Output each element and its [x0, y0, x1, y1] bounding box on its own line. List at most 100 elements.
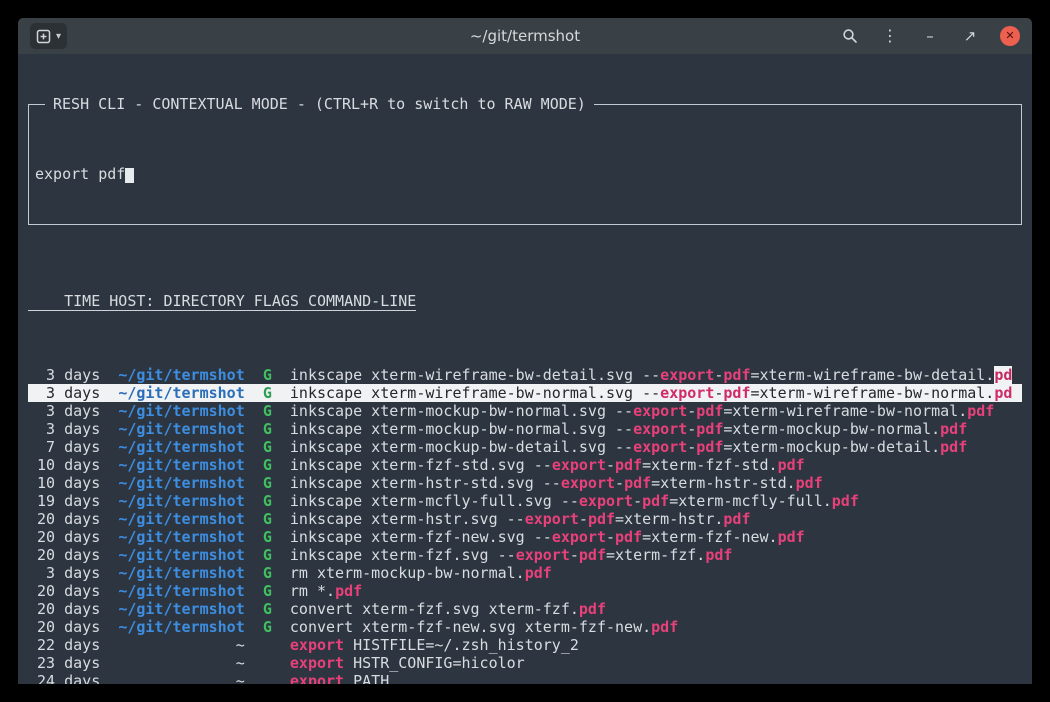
match-highlight: pdf: [723, 510, 750, 528]
command-segment: rm xterm-mockup-bw-normal.: [290, 564, 525, 582]
search-button[interactable]: [840, 25, 860, 47]
history-row[interactable]: 20 days ~/git/termshot G inkscape xterm-…: [28, 546, 1022, 564]
history-row[interactable]: 22 days ~ export HISTFILE=~/.zsh_history…: [28, 636, 1022, 654]
flag-pad: [245, 618, 263, 636]
command-segment: =xterm-wireframe-bw-normal.: [750, 384, 994, 402]
match-highlight: pdf: [778, 456, 805, 474]
time-cell: 20 days: [28, 618, 100, 636]
host-pad: [100, 528, 118, 546]
flag-cell: G: [263, 510, 272, 528]
flag-pad: [245, 492, 263, 510]
command-segment: PATH: [344, 672, 389, 684]
history-row[interactable]: 7 days ~/git/termshot G inkscape xterm-m…: [28, 438, 1022, 456]
close-button[interactable]: ✕: [1000, 26, 1020, 46]
flag-pad: [245, 510, 263, 528]
history-row[interactable]: 20 days ~/git/termshot G inkscape xterm-…: [28, 510, 1022, 528]
host-pad: [100, 618, 118, 636]
chevron-down-icon: ▾: [56, 31, 61, 42]
host-cell: ~/git/termshot: [118, 510, 244, 528]
command-segment: inkscape xterm-wireframe-bw-detail.svg -…: [290, 366, 660, 384]
command-pad: [272, 456, 290, 474]
match-highlight: export: [552, 528, 606, 546]
time-cell: 23 days: [28, 654, 100, 672]
command-segment: inkscape xterm-fzf.svg --: [290, 546, 516, 564]
command-segment: inkscape xterm-mockup-bw-normal.svg --: [290, 420, 633, 438]
flag-cell: G: [263, 384, 272, 402]
time-cell: 10 days: [28, 474, 100, 492]
mode-label: RESH CLI - CONTEXTUAL MODE - (CTRL+R to …: [45, 95, 594, 113]
command-segment: -: [570, 546, 579, 564]
time-cell: 3 days: [28, 564, 100, 582]
flag-pad: [245, 366, 263, 384]
history-row[interactable]: 23 days ~ export HSTR_CONFIG=hicolor: [28, 654, 1022, 672]
command-segment: -: [687, 420, 696, 438]
host-pad: [100, 582, 118, 600]
history-row[interactable]: 3 days ~/git/termshot G rm xterm-mockup-…: [28, 564, 1022, 582]
command-segment: inkscape xterm-mockup-bw-normal.svg --: [290, 402, 633, 420]
match-highlight: export: [525, 510, 579, 528]
command-segment: =xterm-mockup-bw-detail.: [723, 438, 940, 456]
history-row[interactable]: 20 days ~/git/termshot G rm *.pdf: [28, 582, 1022, 600]
match-highlight: pdf: [615, 528, 642, 546]
new-tab-button[interactable]: ▾: [30, 23, 67, 49]
flag-cell: G: [263, 438, 272, 456]
history-row[interactable]: 20 days ~/git/termshot G convert xterm-f…: [28, 618, 1022, 636]
minimize-button[interactable]: –: [920, 25, 940, 47]
match-highlight: pdf: [967, 402, 994, 420]
host-cell: ~/git/termshot: [118, 420, 244, 438]
match-highlight: pdf: [723, 384, 750, 402]
command-pad: [272, 420, 290, 438]
flag-cell: [263, 654, 272, 672]
command-segment: =xterm-hstr-std.: [651, 474, 796, 492]
history-row[interactable]: 19 days ~/git/termshot G inkscape xterm-…: [28, 492, 1022, 510]
search-query-text: export pdf: [35, 165, 125, 183]
titlebar[interactable]: ▾ ~/git/termshot ⋮ – ↗ ✕: [18, 18, 1032, 54]
time-cell: 20 days: [28, 510, 100, 528]
history-row[interactable]: 20 days ~/git/termshot G inkscape xterm-…: [28, 528, 1022, 546]
flag-pad: [245, 564, 263, 582]
host-pad: [100, 420, 118, 438]
flag-pad: [245, 420, 263, 438]
time-cell: 3 days: [28, 402, 100, 420]
flag-pad: [245, 582, 263, 600]
history-row[interactable]: 20 days ~/git/termshot G convert xterm-f…: [28, 600, 1022, 618]
search-input[interactable]: export pdf: [35, 165, 1015, 183]
flag-pad: [245, 528, 263, 546]
command-pad: [272, 582, 290, 600]
menu-button[interactable]: ⋮: [880, 25, 900, 47]
command-pad: [272, 564, 290, 582]
time-cell: 19 days: [28, 492, 100, 510]
command-pad: [272, 618, 290, 636]
match-highlight: pdf: [696, 420, 723, 438]
match-highlight: pdf: [651, 618, 678, 636]
history-row[interactable]: 24 days ~ export PATH: [28, 672, 1022, 684]
restore-button[interactable]: ↗: [960, 25, 980, 47]
flag-pad: [245, 672, 263, 684]
host-cell: ~/git/termshot: [118, 474, 244, 492]
command-pad: [272, 510, 290, 528]
flag-pad: [245, 636, 263, 654]
match-highlight: pdf: [615, 456, 642, 474]
history-row[interactable]: 3 days ~/git/termshot G inkscape xterm-m…: [28, 420, 1022, 438]
history-row[interactable]: 10 days ~/git/termshot G inkscape xterm-…: [28, 456, 1022, 474]
flag-cell: G: [263, 456, 272, 474]
host-cell: ~/git/termshot: [118, 528, 244, 546]
host-cell: ~/git/termshot: [118, 456, 244, 474]
command-segment: inkscape xterm-fzf-std.svg --: [290, 456, 552, 474]
command-segment: -: [687, 438, 696, 456]
command-segment: -: [687, 402, 696, 420]
history-row[interactable]: 3 days ~/git/termshot G inkscape xterm-w…: [28, 384, 1022, 402]
host-pad: [100, 384, 118, 402]
history-row[interactable]: 3 days ~/git/termshot G inkscape xterm-m…: [28, 402, 1022, 420]
history-row[interactable]: 3 days ~/git/termshot G inkscape xterm-w…: [28, 366, 1022, 384]
match-highlight: pdf: [696, 438, 723, 456]
command-segment: inkscape xterm-mcfly-full.svg --: [290, 492, 579, 510]
time-cell: 3 days: [28, 384, 100, 402]
flag-pad: [245, 474, 263, 492]
match-highlight: pdf: [335, 582, 362, 600]
match-highlight: export: [633, 438, 687, 456]
command-segment: rm *.: [290, 582, 335, 600]
host-cell: ~/git/termshot: [118, 618, 244, 636]
history-row[interactable]: 10 days ~/git/termshot G inkscape xterm-…: [28, 474, 1022, 492]
flag-cell: G: [263, 546, 272, 564]
